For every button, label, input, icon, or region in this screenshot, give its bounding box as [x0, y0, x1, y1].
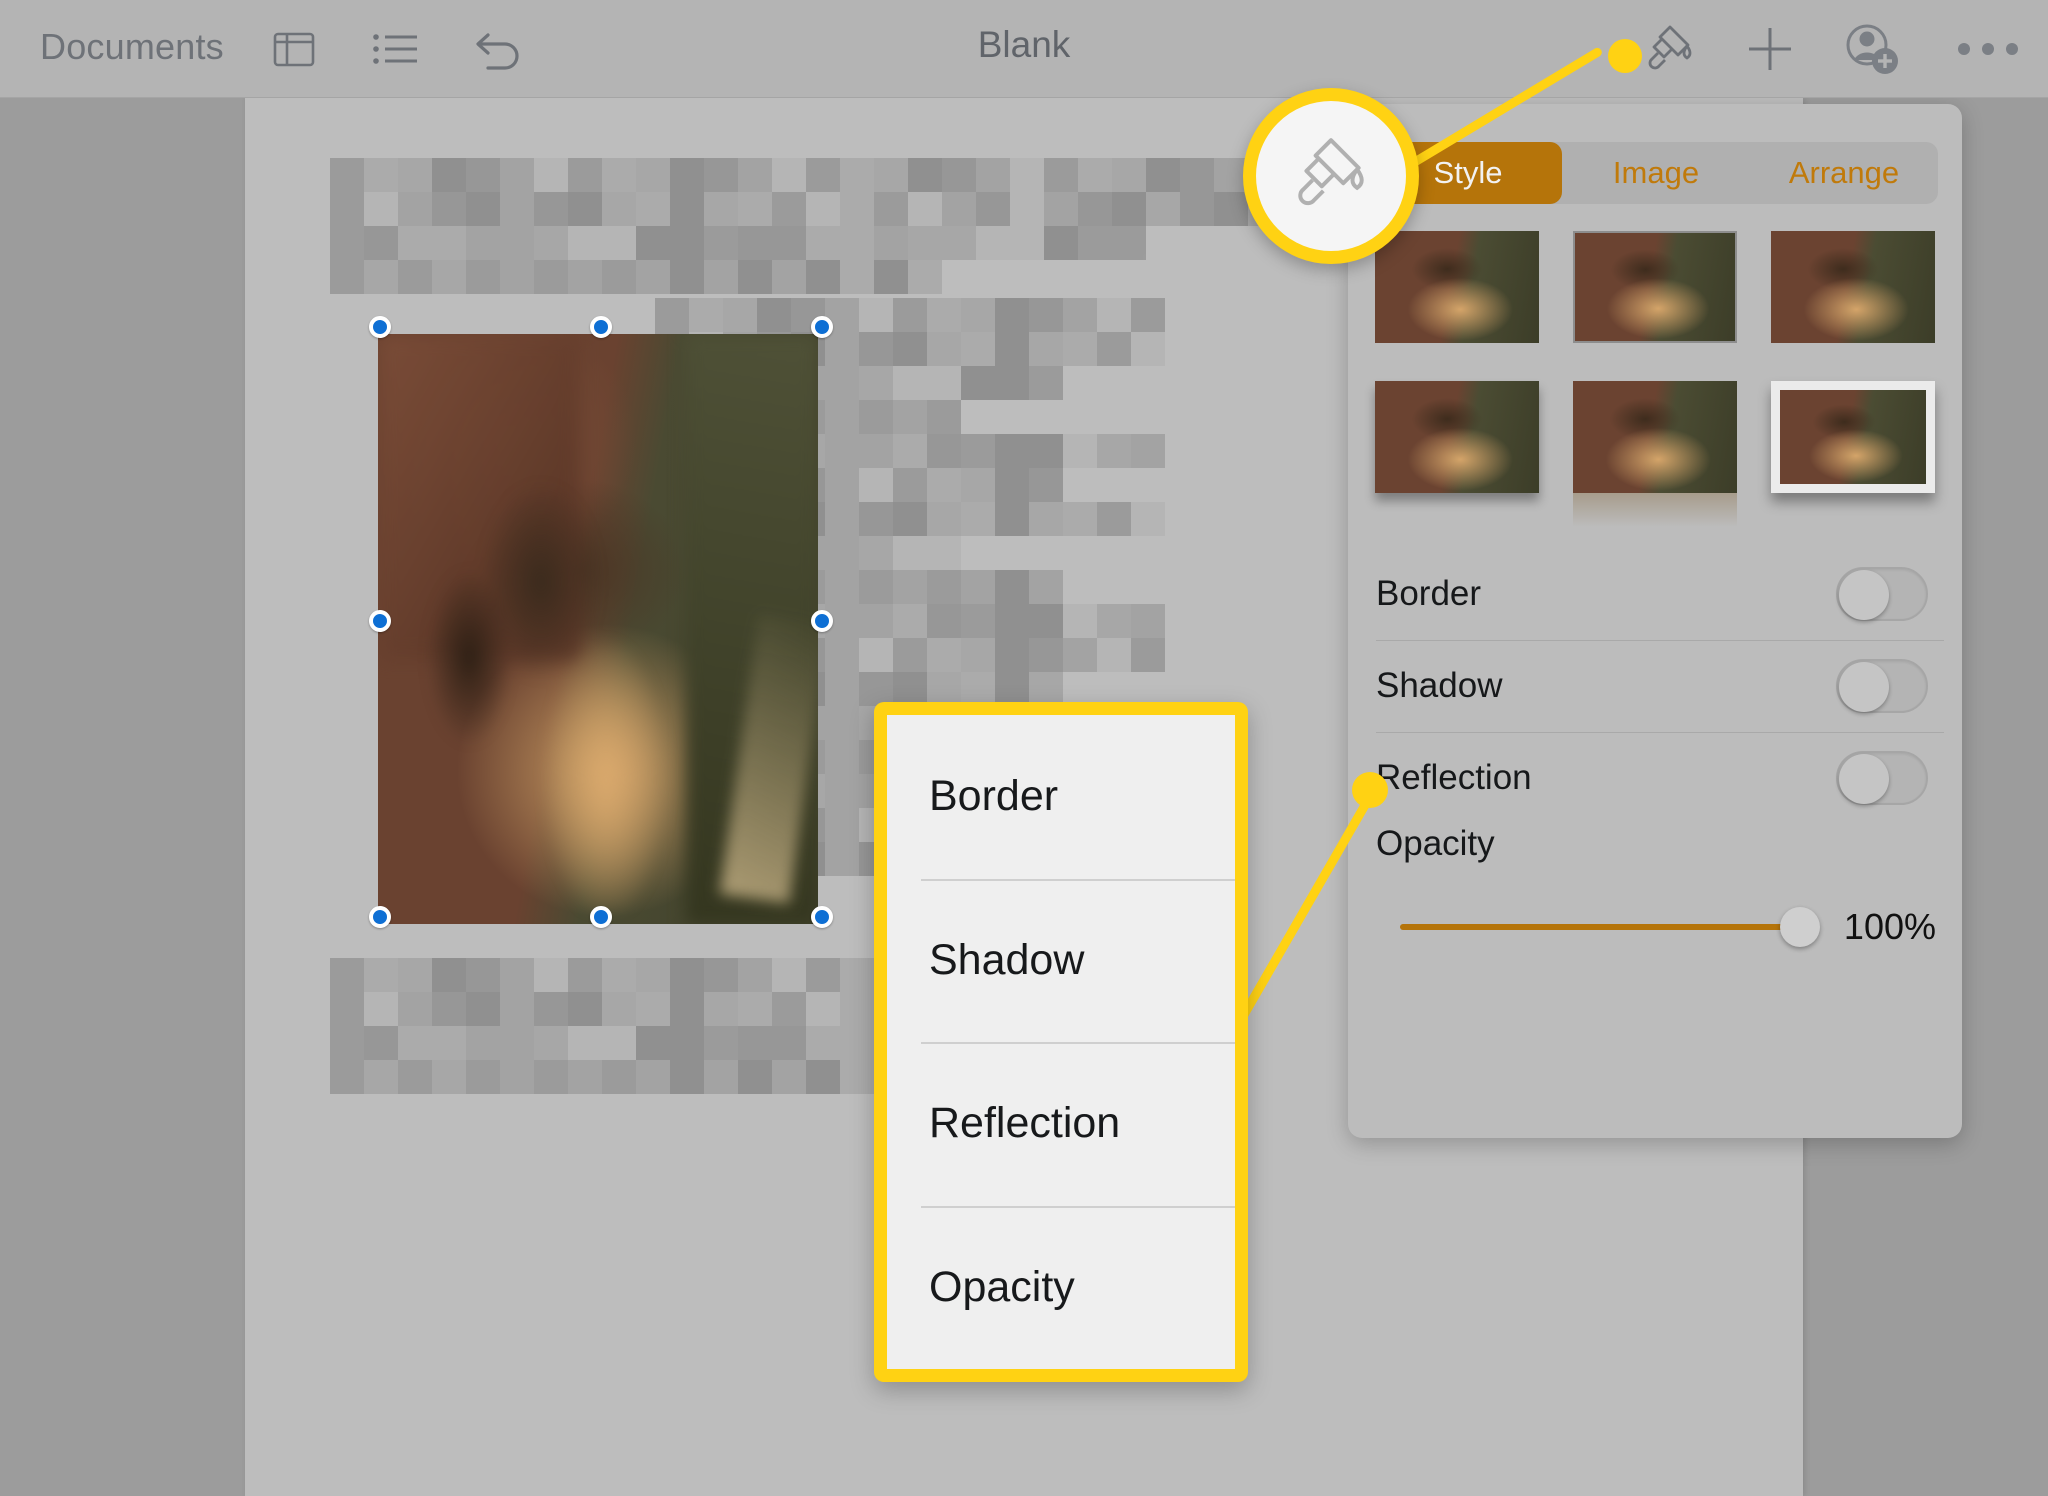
selection-handle-top-right[interactable] [811, 316, 833, 338]
style-preset-option[interactable] [1370, 376, 1544, 498]
style-thumb-thick-white-frame [1771, 381, 1935, 493]
selection-handle-bottom-left[interactable] [369, 906, 391, 928]
callout-item-reflection[interactable]: Reflection [887, 1042, 1235, 1206]
callout-item-opacity[interactable]: Opacity [887, 1205, 1235, 1370]
style-preset-option[interactable] [1766, 226, 1940, 348]
add-collaborator-icon[interactable] [1836, 0, 1908, 98]
opacity-slider[interactable] [1400, 907, 1820, 947]
row-reflection[interactable]: Reflection [1348, 732, 1962, 824]
format-panel: Style Image Arrange Border Shadow Reflec… [1348, 104, 1962, 1138]
reflection-toggle-knob [1839, 754, 1889, 804]
style-toggle-rows: Border Shadow Reflection [1348, 548, 1962, 824]
style-preset-option[interactable] [1370, 226, 1544, 348]
image-dog-region [404, 440, 730, 913]
opacity-slider-row: 100% [1348, 906, 1962, 948]
style-preset-option[interactable] [1766, 376, 1940, 498]
row-shadow[interactable]: Shadow [1348, 640, 1962, 732]
magnifier-callout [1243, 88, 1419, 264]
annotation-target-dot-toolbar [1608, 39, 1642, 73]
plus-insert-icon[interactable] [1734, 0, 1806, 98]
reflection-toggle[interactable] [1836, 751, 1928, 805]
paintbrush-format-icon [1288, 131, 1374, 222]
shadow-toggle[interactable] [1836, 659, 1928, 713]
row-border[interactable]: Border [1348, 548, 1962, 640]
opacity-value: 100% [1843, 906, 1936, 947]
row-border-label: Border [1376, 574, 1482, 613]
sidebar-layout-icon[interactable] [258, 0, 330, 98]
undo-icon[interactable] [464, 0, 536, 98]
selection-handle-bottom-center[interactable] [590, 906, 612, 928]
tab-arrange[interactable]: Arrange [1750, 142, 1938, 204]
border-toggle-knob [1839, 570, 1889, 620]
bulleted-list-icon[interactable] [360, 0, 432, 98]
style-thumb-thin-border [1573, 231, 1737, 343]
paintbrush-format-icon[interactable] [1634, 0, 1706, 98]
style-thumb-reflection [1573, 381, 1737, 527]
redacted-heading-block [330, 158, 1350, 294]
border-toggle[interactable] [1836, 567, 1928, 621]
app-root: Style Image Arrange Border Shadow Reflec… [0, 0, 2048, 1496]
selected-image[interactable] [378, 334, 818, 924]
style-thumb-soft-shadow [1771, 231, 1935, 343]
top-toolbar: Documents Blank [0, 0, 2048, 98]
format-tab-bar: Style Image Arrange [1374, 142, 1938, 204]
annotation-target-dot-panel [1352, 772, 1388, 808]
opacity-slider-knob[interactable] [1780, 907, 1820, 947]
opacity-label: Opacity [1376, 824, 1495, 863]
selection-handle-top-center[interactable] [590, 316, 612, 338]
row-reflection-label: Reflection [1376, 758, 1532, 797]
style-options-callout: Border Shadow Reflection Opacity [874, 702, 1248, 1382]
tab-image[interactable]: Image [1562, 142, 1750, 204]
opacity-section: Opacity 100% [1348, 824, 1962, 948]
selection-handle-bottom-right[interactable] [811, 906, 833, 928]
shadow-toggle-knob [1839, 662, 1889, 712]
style-preset-grid [1370, 226, 1940, 527]
callout-item-shadow[interactable]: Shadow [887, 878, 1235, 1043]
style-preset-option[interactable] [1568, 376, 1742, 527]
style-thumb-drop-shadow [1375, 381, 1539, 493]
callout-item-border[interactable]: Border [887, 715, 1235, 879]
style-preset-option-selected[interactable] [1568, 226, 1742, 348]
selection-handle-middle-right[interactable] [811, 610, 833, 632]
row-shadow-label: Shadow [1376, 666, 1503, 705]
style-thumb-plain [1375, 231, 1539, 343]
selection-handle-top-left[interactable] [369, 316, 391, 338]
more-ellipsis-icon[interactable] [1952, 0, 2024, 98]
selection-handle-middle-left[interactable] [369, 610, 391, 632]
